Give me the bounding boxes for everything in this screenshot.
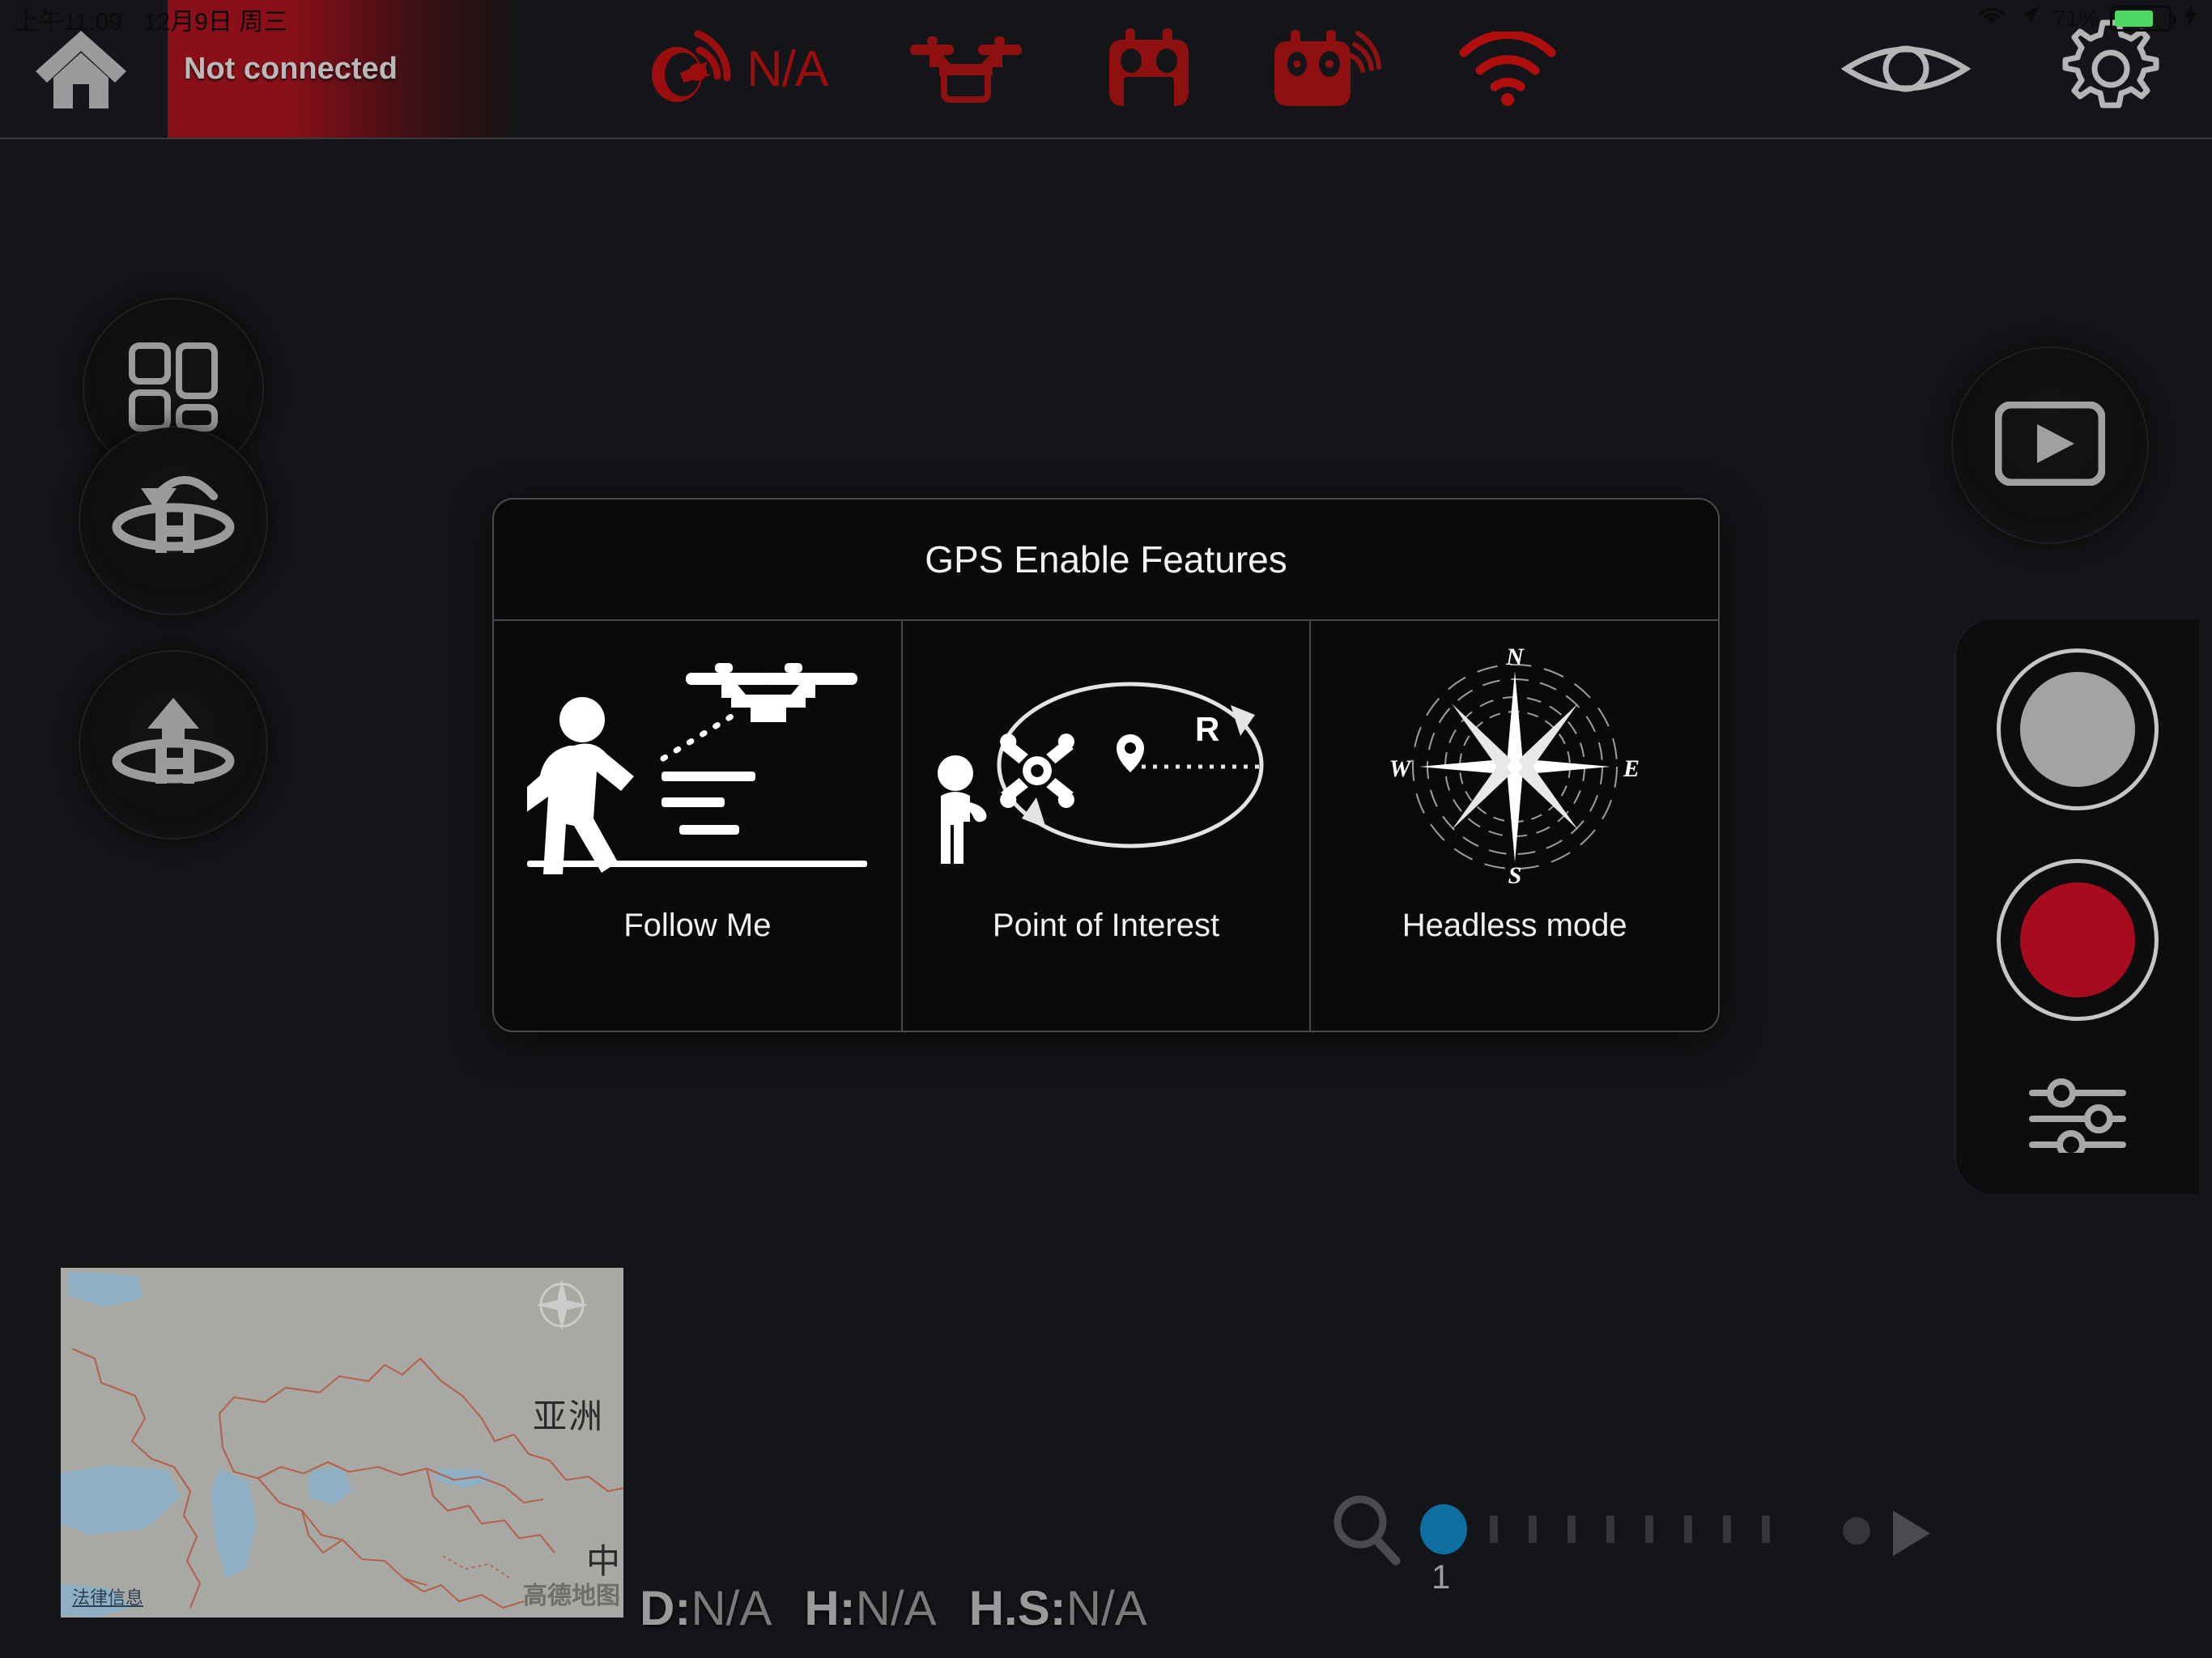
telemetry-distance: D: N/A bbox=[640, 1580, 772, 1636]
dialog-title: GPS Enable Features bbox=[494, 500, 1718, 621]
zoom-tick bbox=[1684, 1516, 1692, 1543]
photo-shutter-button[interactable] bbox=[1997, 648, 2159, 810]
zoom-tick bbox=[1529, 1516, 1537, 1543]
takeoff-landing-icon bbox=[108, 693, 238, 797]
telemetry-key: D: bbox=[640, 1581, 691, 1635]
video-record-button[interactable] bbox=[1997, 859, 2159, 1021]
telemetry-key: H: bbox=[804, 1581, 856, 1635]
svg-text:R: R bbox=[1195, 710, 1219, 748]
zoom-tick bbox=[1762, 1516, 1770, 1543]
top-bar: Not connected N/A bbox=[0, 0, 2212, 139]
zoom-tick bbox=[1723, 1516, 1731, 1543]
play-forward-icon[interactable] bbox=[1888, 1509, 1933, 1562]
return-to-home-button[interactable] bbox=[80, 427, 266, 614]
wifi-signal-icon[interactable] bbox=[1459, 32, 1556, 106]
eye-fpv-icon[interactable] bbox=[1841, 32, 1971, 106]
connection-status-banner[interactable]: Not connected bbox=[168, 0, 508, 138]
map-region-label: 亚洲 bbox=[532, 1397, 604, 1435]
connection-status-label: Not connected bbox=[184, 51, 398, 86]
flight-status-icons: N/A bbox=[648, 0, 1556, 138]
remote-controller-signal-icon[interactable] bbox=[1271, 27, 1382, 111]
feature-point-of-interest[interactable]: R Point of Interest bbox=[900, 621, 1310, 1031]
gps-satellite-value: N/A bbox=[747, 40, 828, 97]
telemetry-value: N/A bbox=[691, 1581, 772, 1635]
compass-east: E bbox=[1623, 755, 1640, 782]
photo-shutter-inner bbox=[2013, 665, 2142, 794]
top-bar-right-icons bbox=[1841, 0, 2162, 138]
home-button[interactable] bbox=[24, 15, 138, 128]
magnifier-zoom-icon[interactable] bbox=[1328, 1491, 1406, 1573]
zoom-slider[interactable]: 1 bbox=[1328, 1483, 1930, 1596]
zoom-tick bbox=[1606, 1516, 1614, 1543]
compass-west: W bbox=[1389, 755, 1412, 782]
zoom-tick-marks bbox=[1490, 1516, 1770, 1543]
telemetry-key: H.S: bbox=[968, 1581, 1066, 1635]
return-to-home-icon bbox=[108, 469, 238, 573]
telemetry-height: H: N/A bbox=[804, 1580, 936, 1636]
zoom-slider-handle[interactable] bbox=[1420, 1504, 1467, 1554]
feature-label: Point of Interest bbox=[992, 908, 1220, 943]
feature-follow-me[interactable]: Follow Me bbox=[494, 621, 901, 1031]
compass-south: S bbox=[1508, 862, 1521, 888]
playback-button[interactable] bbox=[1953, 348, 2147, 542]
compass-rose-illustration: N S W E bbox=[1311, 621, 1718, 912]
gps-enable-features-dialog: GPS Enable Features Follow Me R Point of… bbox=[492, 498, 1720, 1032]
dashboard-grid-icon bbox=[129, 342, 218, 436]
zoom-track[interactable]: 1 bbox=[1420, 1491, 1930, 1596]
drone-control-app: 上午11:09 12月9日 周三 71% Not connected N/A G… bbox=[0, 0, 2212, 1658]
point-of-interest-illustration: R bbox=[903, 621, 1310, 912]
zoom-level-value: 1 bbox=[1431, 1558, 1451, 1596]
telemetry-value: N/A bbox=[855, 1581, 937, 1635]
mini-map[interactable]: 亚洲 中 法律信息 高德地图 bbox=[61, 1268, 623, 1618]
map-legal-link[interactable]: 法律信息 bbox=[72, 1584, 143, 1609]
playback-gallery-icon bbox=[1994, 401, 2106, 490]
compass-north: N bbox=[1505, 645, 1525, 670]
zoom-tick bbox=[1568, 1516, 1576, 1543]
feature-label: Follow Me bbox=[623, 908, 772, 943]
follow-me-illustration bbox=[494, 621, 901, 912]
camera-settings-sliders-icon bbox=[2027, 1078, 2128, 1159]
telemetry-value: N/A bbox=[1066, 1581, 1147, 1635]
zoom-tick bbox=[1645, 1516, 1653, 1543]
map-provider-watermark: 高德地图 bbox=[523, 1583, 620, 1609]
zoom-tick bbox=[1490, 1516, 1498, 1543]
drone-icon[interactable] bbox=[905, 30, 1027, 108]
video-record-inner bbox=[2013, 875, 2142, 1005]
drone-battery-icon[interactable] bbox=[1104, 27, 1193, 111]
dialog-body: Follow Me R Point of Interest N S W E He… bbox=[494, 621, 1718, 1031]
map-compass-icon[interactable] bbox=[534, 1278, 589, 1337]
home-icon bbox=[31, 24, 131, 119]
telemetry-horizontal-speed: H.S: N/A bbox=[969, 1580, 1147, 1636]
feature-label: Headless mode bbox=[1402, 908, 1627, 943]
telemetry-readout: D: N/A H: N/A H.S: N/A bbox=[640, 1580, 1147, 1636]
feature-headless-mode[interactable]: N S W E Headless mode bbox=[1309, 621, 1718, 1031]
takeoff-landing-button[interactable] bbox=[80, 652, 266, 838]
camera-settings-button[interactable] bbox=[2021, 1073, 2134, 1162]
zoom-end-dot bbox=[1843, 1517, 1870, 1545]
gear-settings-icon[interactable] bbox=[2060, 18, 2162, 120]
gps-satellite-icon[interactable]: N/A bbox=[648, 28, 828, 110]
capture-panel bbox=[1956, 619, 2199, 1194]
